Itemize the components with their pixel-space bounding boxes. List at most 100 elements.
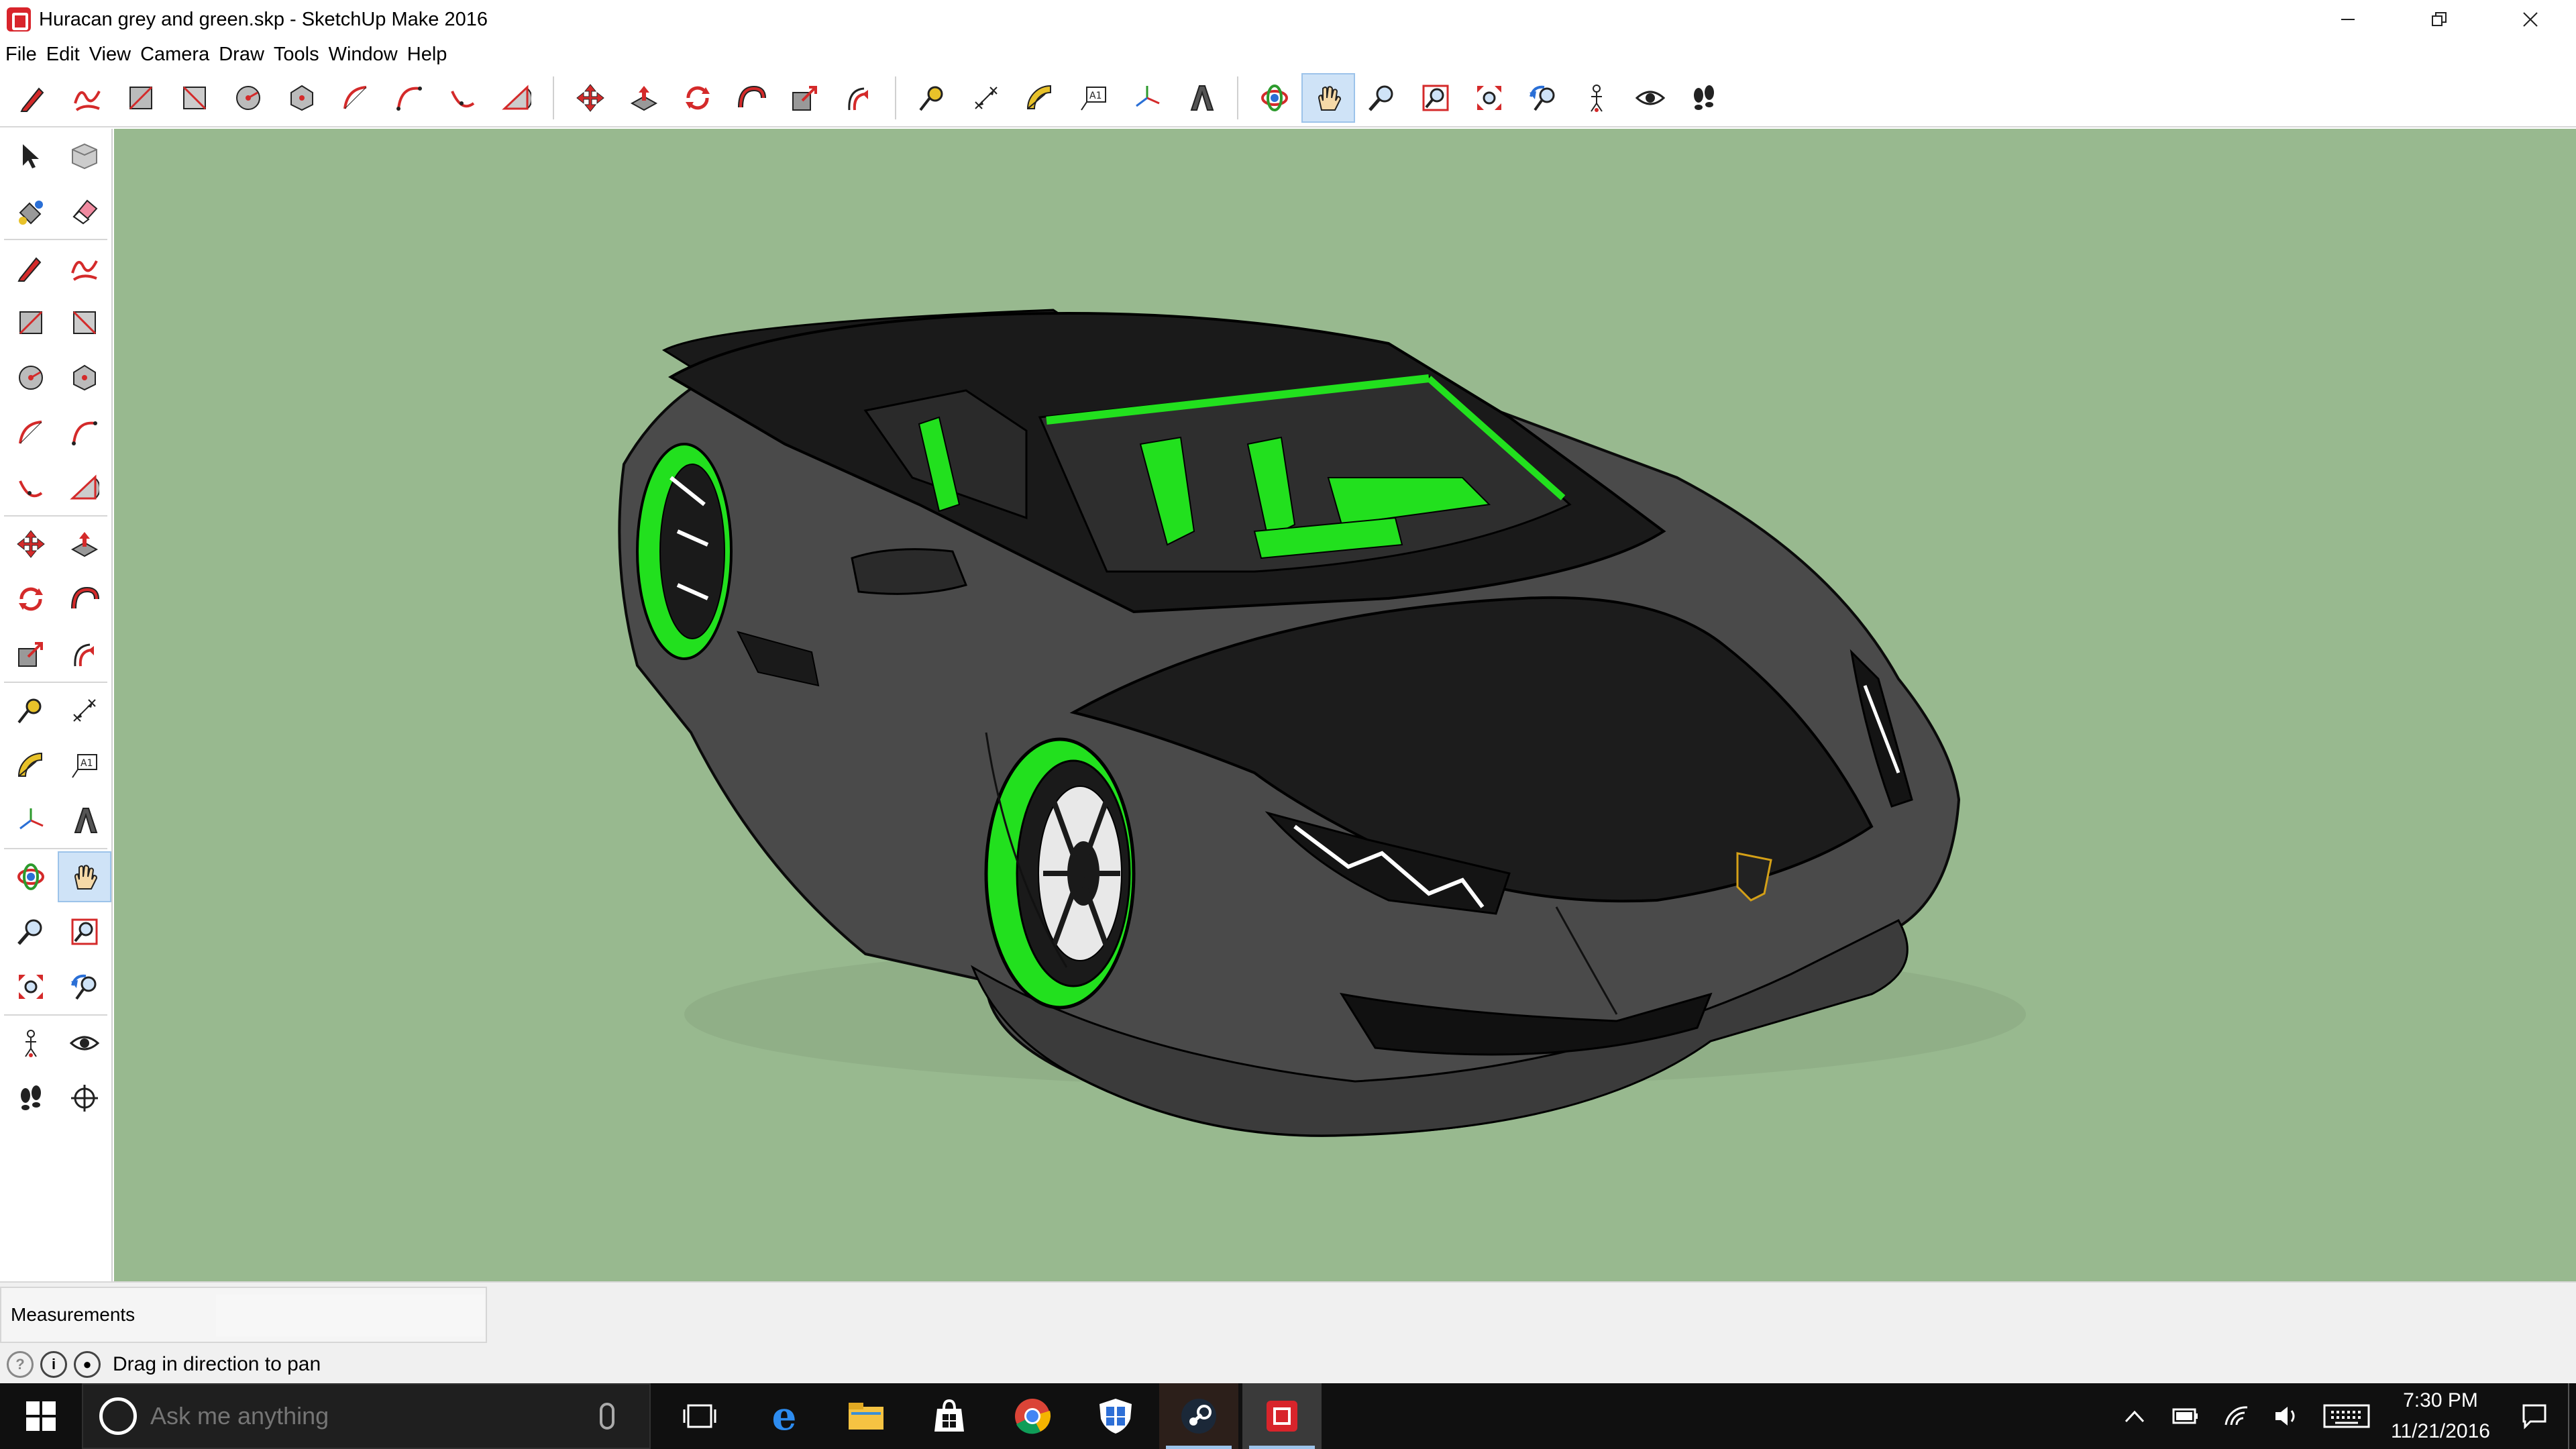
toolbar-zoom-window-button[interactable] bbox=[1409, 73, 1462, 123]
palette-move-button[interactable] bbox=[4, 519, 58, 570]
palette-circle-button[interactable] bbox=[4, 352, 58, 403]
toolbar-zoom-button[interactable] bbox=[1355, 73, 1409, 123]
toolbar-pie-button[interactable] bbox=[490, 73, 543, 123]
chrome-button[interactable] bbox=[993, 1383, 1072, 1449]
toolbar-three-point-arc-button[interactable] bbox=[436, 73, 490, 123]
toolbar-rectangle-button[interactable] bbox=[114, 73, 168, 123]
palette-two-point-arc-button[interactable] bbox=[58, 407, 111, 458]
defender-button[interactable] bbox=[1076, 1383, 1155, 1449]
steam-button[interactable] bbox=[1159, 1383, 1238, 1449]
palette-offset-button[interactable] bbox=[58, 629, 111, 680]
show-hidden-icons-button[interactable] bbox=[2109, 1383, 2160, 1449]
palette-protractor-button[interactable] bbox=[4, 740, 58, 791]
palette-freehand-button[interactable] bbox=[58, 242, 111, 293]
power-button[interactable] bbox=[2160, 1383, 2211, 1449]
file-explorer-button[interactable] bbox=[826, 1383, 906, 1449]
toolbar-rotate-button[interactable] bbox=[671, 73, 724, 123]
close-button[interactable] bbox=[2485, 0, 2576, 39]
palette-dimension-button[interactable] bbox=[58, 685, 111, 736]
toolbar-circle-button[interactable] bbox=[221, 73, 275, 123]
cortana-search-box[interactable] bbox=[82, 1383, 651, 1449]
palette-zoom-extents-button[interactable] bbox=[4, 961, 58, 1012]
model-viewport[interactable] bbox=[114, 129, 2576, 1281]
menu-camera[interactable]: Camera bbox=[136, 44, 214, 66]
palette-polygon-button[interactable] bbox=[58, 352, 111, 403]
menu-edit[interactable]: Edit bbox=[42, 44, 85, 66]
edge-button[interactable]: e bbox=[745, 1383, 824, 1449]
toolbar-offset-button[interactable] bbox=[832, 73, 885, 123]
user-account-icon[interactable]: ● bbox=[74, 1351, 101, 1378]
toolbar-protractor-button[interactable] bbox=[1013, 73, 1067, 123]
toolbar-push-pull-button[interactable] bbox=[617, 73, 671, 123]
measurements-input[interactable] bbox=[216, 1295, 484, 1336]
toolbar-walk-button[interactable] bbox=[1677, 73, 1731, 123]
toolbar-pencil-button[interactable] bbox=[7, 73, 60, 123]
microphone-icon[interactable] bbox=[600, 1403, 614, 1430]
toolbar-move-button[interactable] bbox=[564, 73, 617, 123]
menu-file[interactable]: File bbox=[0, 44, 42, 66]
palette-zoom-window-button[interactable] bbox=[58, 906, 111, 957]
menu-view[interactable]: View bbox=[85, 44, 136, 66]
menu-window[interactable]: Window bbox=[324, 44, 402, 66]
palette-scale-button[interactable] bbox=[4, 629, 58, 680]
touch-keyboard-button[interactable] bbox=[2313, 1383, 2380, 1449]
palette-rectangle-button[interactable] bbox=[4, 297, 58, 348]
show-desktop-button[interactable] bbox=[2568, 1383, 2576, 1449]
palette-tape-measure-button[interactable] bbox=[4, 685, 58, 736]
palette-zoom-button[interactable] bbox=[4, 906, 58, 957]
taskbar-clock[interactable]: 7:30 PM 11/21/2016 bbox=[2380, 1385, 2501, 1447]
menu-help[interactable]: Help bbox=[402, 44, 452, 66]
palette-previous-view-button[interactable] bbox=[58, 961, 111, 1012]
toolbar-follow-me-button[interactable] bbox=[724, 73, 778, 123]
network-button[interactable] bbox=[2211, 1383, 2262, 1449]
palette-three-point-arc-button[interactable] bbox=[4, 462, 58, 513]
palette-pan-button[interactable] bbox=[58, 851, 111, 902]
palette-paint-bucket-button[interactable] bbox=[4, 186, 58, 237]
palette-text-button[interactable]: A1 bbox=[58, 740, 111, 791]
palette-3d-text-button[interactable] bbox=[58, 795, 111, 846]
palette-make-component-button[interactable] bbox=[58, 131, 111, 182]
palette-look-around-button[interactable] bbox=[58, 1018, 111, 1069]
toolbar-arc-button[interactable] bbox=[329, 73, 382, 123]
palette-follow-me-button[interactable] bbox=[58, 574, 111, 625]
menu-tools[interactable]: Tools bbox=[269, 44, 324, 66]
minimize-button[interactable] bbox=[2302, 0, 2394, 39]
palette-eraser-button[interactable] bbox=[58, 186, 111, 237]
palette-pie-button[interactable] bbox=[58, 462, 111, 513]
toolbar-look-around-button[interactable] bbox=[1623, 73, 1677, 123]
palette-pencil-button[interactable] bbox=[4, 242, 58, 293]
toolbar-position-camera-button[interactable] bbox=[1570, 73, 1623, 123]
palette-arc-button[interactable] bbox=[4, 407, 58, 458]
palette-section-plane-button[interactable] bbox=[58, 1073, 111, 1124]
toolbar-previous-view-button[interactable] bbox=[1516, 73, 1570, 123]
toolbar-orbit-button[interactable] bbox=[1248, 73, 1301, 123]
store-button[interactable] bbox=[910, 1383, 989, 1449]
taskbar-search-input[interactable] bbox=[150, 1402, 593, 1430]
toolbar-rotated-rectangle-button[interactable] bbox=[168, 73, 221, 123]
credits-icon[interactable]: i bbox=[40, 1351, 67, 1378]
toolbar-polygon-button[interactable] bbox=[275, 73, 329, 123]
restore-button[interactable] bbox=[2394, 0, 2485, 39]
start-button[interactable] bbox=[0, 1383, 82, 1449]
toolbar-zoom-extents-button[interactable] bbox=[1462, 73, 1516, 123]
toolbar-pan-button[interactable] bbox=[1301, 73, 1355, 123]
task-view-button[interactable] bbox=[660, 1383, 739, 1449]
toolbar-dimension-button[interactable] bbox=[959, 73, 1013, 123]
toolbar-text-button[interactable]: A1 bbox=[1067, 73, 1120, 123]
sketchup-taskbar-button[interactable] bbox=[1242, 1383, 1322, 1449]
palette-position-camera-button[interactable] bbox=[4, 1018, 58, 1069]
toolbar-axes-button[interactable] bbox=[1120, 73, 1174, 123]
toolbar-scale-button[interactable] bbox=[778, 73, 832, 123]
palette-select-button[interactable] bbox=[4, 131, 58, 182]
toolbar-3d-text-button[interactable] bbox=[1174, 73, 1228, 123]
palette-axes-button[interactable] bbox=[4, 795, 58, 846]
geolocation-icon[interactable]: ? bbox=[7, 1351, 34, 1378]
toolbar-two-point-arc-button[interactable] bbox=[382, 73, 436, 123]
palette-orbit-button[interactable] bbox=[4, 851, 58, 902]
palette-rotated-rectangle-button[interactable] bbox=[58, 297, 111, 348]
toolbar-tape-measure-button[interactable] bbox=[906, 73, 959, 123]
volume-button[interactable] bbox=[2262, 1383, 2313, 1449]
palette-walk-button[interactable] bbox=[4, 1073, 58, 1124]
palette-rotate-button[interactable] bbox=[4, 574, 58, 625]
palette-push-pull-button[interactable] bbox=[58, 519, 111, 570]
